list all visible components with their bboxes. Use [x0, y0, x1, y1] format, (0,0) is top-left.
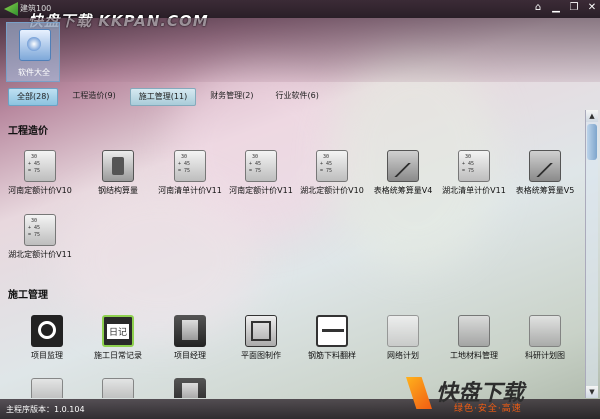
software-item-label: 平面图制作 [241, 351, 281, 360]
calculator-icon [24, 214, 56, 246]
software-item-label: 湖北定额计价V10 [300, 186, 364, 195]
software-list: 工程造价 河南定额计价V10 钢结构算量 河南清单计价V11 河南定额计价V11… [0, 110, 584, 398]
tab-industry[interactable]: 行业软件(6) [268, 88, 327, 104]
software-item-label: 科研计划图 [525, 351, 565, 360]
rebar-icon [316, 315, 348, 347]
software-item[interactable]: 表格统筹算量V5 [510, 150, 580, 208]
software-item-label: 施工日常记录 [94, 351, 142, 360]
close-button[interactable]: ✕ [586, 2, 598, 14]
floor-plan-icon [245, 315, 277, 347]
steel-structure-icon [102, 150, 134, 182]
software-item-label: 工地材料管理 [450, 351, 498, 360]
brand-slogan: 绿色·安全·高速 [454, 404, 522, 414]
software-item[interactable]: 科研计划图 [510, 315, 580, 373]
software-icon [31, 378, 63, 398]
scroll-up-arrow-icon[interactable]: ▲ [586, 110, 598, 122]
search-icon [31, 315, 63, 347]
brand-watermark: 快盘下载 绿色·安全·高速 [406, 375, 596, 415]
chart-icon [387, 150, 419, 182]
network-plan-icon [387, 315, 419, 347]
software-item[interactable]: 施工日常记录 [83, 315, 153, 373]
manager-icon [174, 315, 206, 347]
software-item-label: 湖北定额计价V11 [8, 250, 72, 259]
software-item[interactable]: 工地材料管理 [439, 315, 509, 373]
tab-construction[interactable]: 施工管理(11) [129, 88, 197, 106]
calculator-icon [24, 150, 56, 182]
section-title-construction: 施工管理 [8, 290, 48, 301]
software-item[interactable]: 钢筋下料翻样 [297, 315, 367, 373]
calculator-icon [458, 150, 490, 182]
category-tabs: 全部(28) 工程造价(9) 施工管理(11) 财务管理(2) 行业软件(6) [8, 88, 327, 106]
software-item[interactable] [155, 378, 225, 398]
software-item[interactable]: 项目监理 [12, 315, 82, 373]
software-item[interactable]: 河南定额计价V10 [5, 150, 75, 208]
software-item[interactable]: 湖北清单计价V11 [439, 150, 509, 208]
software-item-label: 钢结构算量 [98, 186, 138, 195]
software-item-label: 项目经理 [174, 351, 206, 360]
calculator-icon [245, 150, 277, 182]
version-text: 主程序版本：1.0.104 [6, 405, 85, 414]
software-all-label: 软件大全 [18, 68, 50, 77]
software-item[interactable]: 平面图制作 [226, 315, 296, 373]
software-item-label: 项目监理 [31, 351, 63, 360]
software-all-button[interactable]: 软件大全 [6, 22, 60, 82]
minimize-button[interactable]: ▁ [550, 2, 562, 14]
software-item[interactable] [83, 378, 153, 398]
tab-cost[interactable]: 工程造价(9) [64, 88, 123, 104]
title-bar: 建筑100 快盘下载 KKPAN.COM ⌂ ▁ ❐ ✕ [0, 0, 600, 30]
software-item[interactable]: 湖北定额计价V10 [297, 150, 367, 208]
app-logo-icon [4, 2, 18, 16]
software-item[interactable] [12, 378, 82, 398]
software-item-label: 钢筋下料翻样 [308, 351, 356, 360]
header-area [0, 18, 600, 82]
tools-icon [458, 315, 490, 347]
software-item[interactable]: 表格统筹算量V4 [368, 150, 438, 208]
software-item[interactable]: 网络计划 [368, 315, 438, 373]
tab-finance[interactable]: 财务管理(2) [202, 88, 261, 104]
calculator-icon [316, 150, 348, 182]
software-item-label: 河南定额计价V11 [229, 186, 293, 195]
software-all-icon [19, 29, 51, 61]
software-item[interactable]: 项目经理 [155, 315, 225, 373]
window-controls: ⌂ ▁ ❐ ✕ [532, 2, 598, 14]
software-item-label: 表格统筹算量V4 [373, 186, 433, 195]
software-item[interactable]: 河南清单计价V11 [155, 150, 225, 208]
software-icon [174, 378, 206, 398]
diary-icon [102, 315, 134, 347]
research-icon [529, 315, 561, 347]
software-item-label: 网络计划 [387, 351, 419, 360]
software-item[interactable]: 湖北定额计价V11 [5, 214, 75, 272]
restore-button[interactable]: ❐ [568, 2, 580, 14]
calculator-icon [174, 150, 206, 182]
vertical-scrollbar[interactable]: ▲ ▼ [585, 110, 598, 398]
brand-logo-icon [406, 377, 432, 409]
software-item-label: 河南定额计价V10 [8, 186, 72, 195]
software-item-label: 河南清单计价V11 [158, 186, 222, 195]
software-icon [102, 378, 134, 398]
tab-all[interactable]: 全部(28) [8, 88, 59, 106]
skin-icon[interactable]: ⌂ [532, 2, 544, 14]
scroll-thumb[interactable] [587, 124, 597, 160]
section-title-cost: 工程造价 [8, 126, 48, 137]
software-item-label: 表格统筹算量V5 [515, 186, 575, 195]
software-item-label: 湖北清单计价V11 [442, 186, 506, 195]
software-item[interactable]: 河南定额计价V11 [226, 150, 296, 208]
chart-icon [529, 150, 561, 182]
software-item[interactable]: 钢结构算量 [83, 150, 153, 208]
